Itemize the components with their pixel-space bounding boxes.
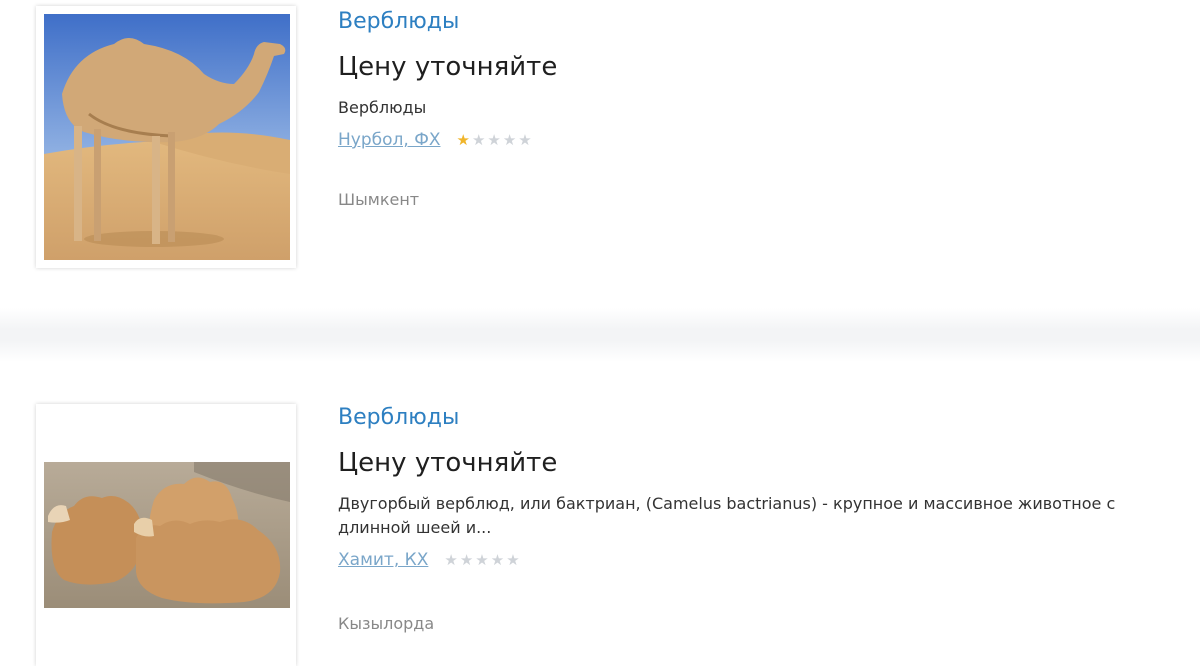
star-icon: ★ — [490, 550, 505, 569]
listing-card: Верблюды Цену уточняйте Двугорбый верблю… — [0, 362, 1200, 666]
listing-photo[interactable] — [36, 6, 296, 268]
seller-row: Нурбол, ФХ ★ ★ ★ ★ ★ — [338, 127, 1168, 153]
listing-separator — [0, 308, 1200, 362]
rating-stars: ★ ★ ★ ★ ★ — [456, 130, 532, 149]
price-label: Цену уточняйте — [338, 52, 558, 82]
city-label: Кызылорда — [338, 614, 435, 633]
camel-photo-image — [44, 462, 290, 608]
listing-description: Двугорбый верблюд, или бактриан, (Camelu… — [338, 494, 1116, 537]
star-icon: ★ — [459, 550, 474, 569]
star-icon: ★ — [456, 130, 470, 149]
star-icon: ★ — [518, 130, 532, 149]
star-icon: ★ — [487, 130, 501, 149]
listing-photo[interactable] — [36, 404, 296, 666]
seller-link[interactable]: Нурбол, ФХ — [338, 130, 440, 150]
star-icon: ★ — [475, 550, 489, 569]
rating-stars: ★ ★ ★ ★ ★ — [444, 550, 520, 569]
star-icon: ★ — [502, 130, 517, 149]
category-link[interactable]: Верблюды — [338, 6, 1168, 38]
star-icon: ★ — [471, 130, 486, 149]
star-icon: ★ — [506, 550, 520, 569]
star-icon: ★ — [444, 550, 458, 569]
seller-row: Хамит, КХ ★ ★ ★ ★ ★ — [338, 547, 1168, 573]
category-link[interactable]: Верблюды — [338, 402, 1168, 434]
listing-description: Верблюды — [338, 98, 427, 117]
city-label: Шымкент — [338, 190, 420, 209]
price-label: Цену уточняйте — [338, 448, 558, 478]
camel-photo-image — [44, 14, 290, 260]
listing-card: Верблюды Цену уточняйте Верблюды Нурбол,… — [0, 0, 1200, 308]
seller-link[interactable]: Хамит, КХ — [338, 550, 428, 570]
